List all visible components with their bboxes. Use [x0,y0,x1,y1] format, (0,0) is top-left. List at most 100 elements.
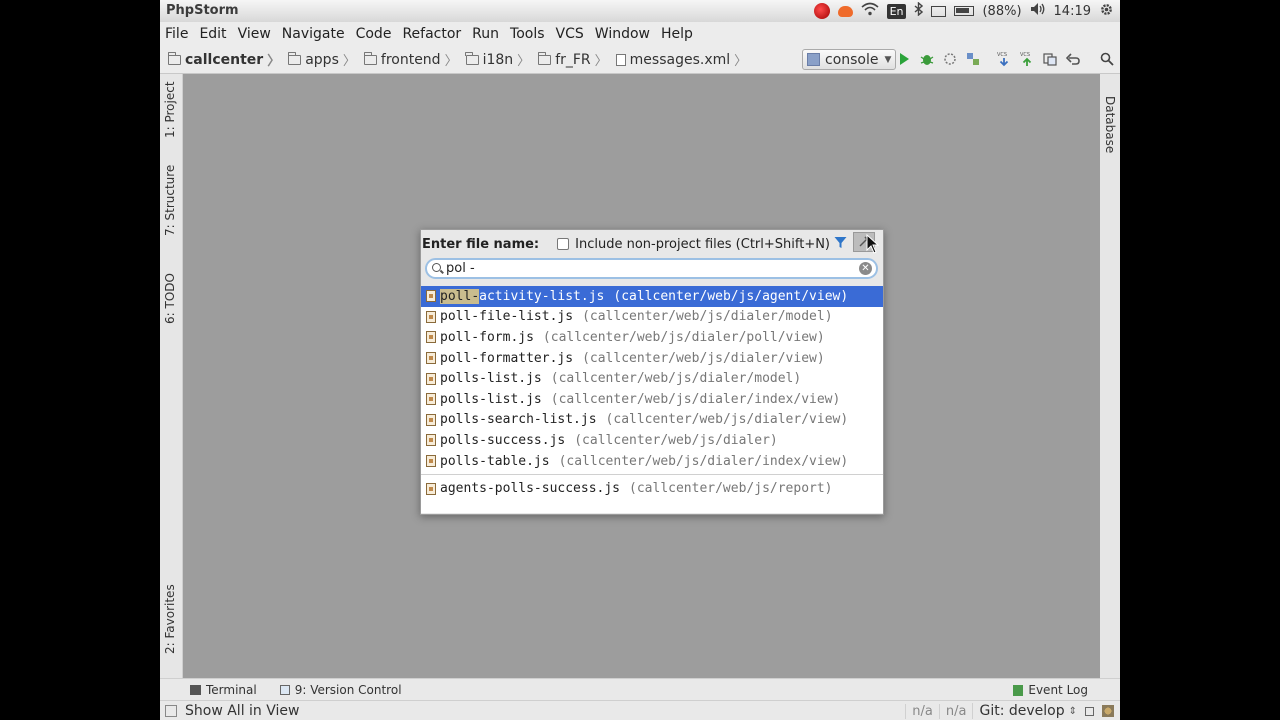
menu-tools[interactable]: Tools [505,26,551,42]
tool-windows-toggle-icon[interactable] [165,705,177,717]
list-item[interactable]: polls-list.js (callcenter/web/js/dialer/i… [421,389,883,410]
tab-database[interactable]: Database [1103,96,1117,153]
search-icon [432,263,441,272]
list-item[interactable]: polls-table.js (callcenter/web/js/dialer/… [421,451,883,472]
popup-title: Enter file name: [422,236,540,252]
menu-bar: File Edit View Navigate Code Refactor Ru… [160,22,1120,47]
js-file-icon [426,413,436,426]
js-file-icon [426,455,436,468]
tab-version-control[interactable]: 9: Version Control [279,683,402,697]
desktop-screen: PhpStorm En (88%) 14:19 File Edit View N… [160,0,1120,720]
bottom-tool-stripe: Terminal 9: Version Control Event Log [160,678,1120,701]
chevron-updown-icon: ⇕ [1068,705,1077,717]
list-item[interactable]: poll-formatter.js (callcenter/web/js/dial… [421,348,883,369]
menu-help[interactable]: Help [656,26,699,42]
include-non-project-checkbox[interactable] [557,238,570,250]
volume-icon[interactable] [1030,2,1046,20]
menu-file[interactable]: File [160,26,194,42]
wifi-icon[interactable] [861,2,879,20]
battery-icon[interactable] [954,6,975,16]
breadcrumb-apps[interactable]: apps 〉 [280,50,356,69]
revert-icon[interactable] [1065,51,1081,67]
inspector-icon[interactable] [1102,705,1114,717]
breadcrumb-i18n[interactable]: i18n 〉 [458,50,531,69]
js-file-icon [426,434,436,447]
menu-view[interactable]: View [233,26,277,42]
svg-text:VCS: VCS [1020,52,1030,58]
list-item[interactable]: poll-activity-list.js (callcenter/web/js… [421,286,883,307]
clock[interactable]: 14:19 [1054,4,1091,19]
encoding-status: n/a [938,703,973,719]
list-item[interactable]: polls-search-list.js (callcenter/web/js/d… [421,410,883,431]
status-message: Show All in View [185,703,300,719]
list-item[interactable]: polls-success.js (callcenter/web/js/diale… [421,430,883,451]
tab-event-log[interactable]: Event Log [1013,683,1088,697]
file-name-input[interactable] [446,261,846,276]
vcs-commit-icon[interactable]: VCS [1019,51,1035,67]
left-tool-stripe: 1: Project 7: Structure 6: TODO 2: Favor… [160,74,183,678]
menu-code[interactable]: Code [351,26,398,42]
run-icon[interactable] [896,51,912,67]
menu-vcs[interactable]: VCS [551,26,590,42]
status-bar: Show All in View n/a n/a Git: develop ⇕ [160,700,1120,720]
folder-icon [167,51,181,65]
file-search-box[interactable]: ✕ [425,258,878,279]
menu-window[interactable]: Window [590,26,656,42]
tab-project[interactable]: 1: Project [163,81,177,138]
php-console-icon [807,53,820,66]
bluetooth-icon[interactable] [914,1,924,20]
run-configuration-select[interactable]: console ▼ [802,49,897,70]
js-file-icon [426,331,436,344]
gear-icon[interactable] [1099,2,1114,21]
breadcrumb-frontend[interactable]: frontend 〉 [356,50,458,69]
list-item[interactable]: polls-list.js (callcenter/web/js/dialer/m… [421,368,883,389]
clear-search-icon[interactable]: ✕ [859,262,872,275]
folder-icon [465,51,479,65]
debug-icon[interactable] [919,51,935,67]
vcs-update-icon[interactable]: VCS [996,51,1012,67]
mouse-cursor-icon [866,233,880,258]
battery-percent[interactable]: (88%) [982,4,1021,19]
include-non-project-label[interactable]: Include non-project files (Ctrl+Shift+N) [575,237,830,252]
tab-structure[interactable]: 7: Structure [163,165,177,236]
menu-navigate[interactable]: Navigate [277,26,351,42]
event-log-icon [1013,684,1024,696]
sync-icon[interactable] [965,51,981,67]
chevron-right-icon: 〉 [517,54,531,69]
breadcrumb-callcenter[interactable]: callcenter 〉 [160,50,280,69]
system-tray: En (88%) 14:19 [813,0,1114,22]
record-icon[interactable] [813,3,830,19]
results-list: poll-activity-list.js (callcenter/web/js… [421,286,883,513]
git-branch[interactable]: Git: develop [972,703,1068,719]
search-everywhere-icon[interactable] [1099,51,1115,67]
breadcrumb-messages-xml[interactable]: messages.xml 〉 [608,50,747,69]
menu-run[interactable]: Run [467,26,505,42]
chevron-right-icon: 〉 [342,54,356,69]
menu-refactor[interactable]: Refactor [397,26,467,42]
list-item[interactable]: poll-form.js (callcenter/web/js/dialer/po… [421,327,883,348]
tab-terminal[interactable]: Terminal [190,683,257,697]
list-item[interactable]: agents-polls-success.js (callcenter/web/j… [421,478,883,499]
navigation-bar: callcenter 〉 apps 〉 frontend 〉 i18n 〉 fr_FR 〉… [160,46,1120,74]
js-file-icon [426,393,436,406]
tab-todo[interactable]: 6: TODO [163,273,177,324]
js-file-icon [426,482,436,495]
chevron-right-icon: 〉 [444,54,458,69]
folder-icon [287,51,302,65]
mail-icon[interactable] [931,5,947,17]
right-tool-stripe: Database [1099,74,1120,678]
cloud-indicator-icon[interactable] [837,5,853,17]
lock-icon[interactable] [1085,706,1094,716]
menu-edit[interactable]: Edit [194,26,232,42]
breadcrumb-fr-fr[interactable]: fr_FR 〉 [530,50,608,69]
filter-icon[interactable] [834,236,847,253]
svg-text:VCS: VCS [997,52,1007,58]
listen-debug-icon[interactable] [942,51,958,67]
popup-header: Enter file name: Include non-project fil… [422,234,830,254]
keyboard-layout[interactable]: En [886,3,907,19]
js-file-icon [426,310,436,323]
compare-icon[interactable] [1042,51,1058,67]
tab-favorites[interactable]: 2: Favorites [163,584,177,654]
list-item[interactable]: poll-file-list.js (callcenter/web/js/dial… [421,307,883,328]
goto-file-popup: Enter file name: Include non-project fil… [420,229,884,515]
